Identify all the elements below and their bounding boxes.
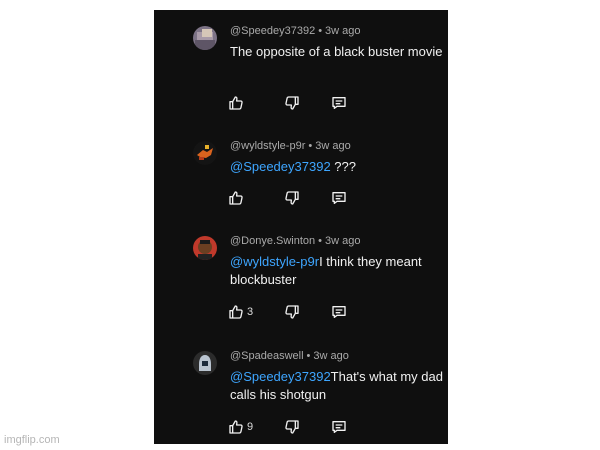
like-count: 3 (247, 306, 254, 318)
dislike-button[interactable] (284, 418, 300, 436)
avatar-icon (193, 26, 217, 50)
comment-text: The opposite of a black buster movie (230, 43, 445, 61)
avatar[interactable] (193, 351, 217, 375)
comment-meta: @wyldstyle-p9r • 3w ago (230, 140, 351, 152)
thumbs-down-icon (285, 191, 299, 205)
comments-panel: @Speedey37392 • 3w ago The opposite of a b… (154, 10, 448, 444)
avatar[interactable] (193, 26, 217, 50)
separator: • (306, 350, 311, 362)
comment-author[interactable]: @Spadeaswell (230, 350, 304, 362)
comment-text: @wyldstyle-p9rI think they meant blockbu… (230, 253, 445, 289)
thumbs-up-icon (229, 305, 243, 319)
comment-body: The opposite of a black buster movie (230, 44, 443, 59)
reply-button[interactable] (331, 303, 347, 321)
dislike-button[interactable] (284, 303, 300, 321)
comment-age: 3w ago (325, 235, 361, 247)
thumbs-down-icon (285, 305, 299, 319)
comment-meta: @Speedey37392 • 3w ago (230, 25, 361, 37)
separator: • (318, 25, 323, 37)
comment-mention[interactable]: @Speedey37392 (230, 369, 331, 384)
imgflip-watermark: imgflip.com (4, 434, 60, 446)
like-button[interactable] (228, 94, 247, 112)
comment-age: 3w ago (315, 140, 351, 152)
comment-text: @Speedey37392That's what my dad calls hi… (230, 368, 445, 404)
like-button[interactable]: 9 (228, 418, 253, 436)
separator: • (308, 140, 313, 152)
reply-icon (332, 421, 346, 433)
reply-icon (332, 192, 346, 204)
comment-text: @Speedey37392 ??? (230, 158, 445, 176)
thumbs-up-icon (229, 96, 243, 110)
comment-body: ??? (330, 159, 356, 174)
dislike-button[interactable] (284, 189, 300, 207)
comment-meta: @Donye.Swinton • 3w ago (230, 235, 361, 247)
reply-icon (332, 306, 346, 318)
thumbs-up-icon (229, 420, 243, 434)
avatar-icon (193, 141, 217, 165)
thumbs-down-icon (285, 420, 299, 434)
avatar[interactable] (193, 141, 217, 165)
thumbs-up-icon (229, 191, 243, 205)
like-button[interactable] (228, 189, 247, 207)
avatar-icon (193, 351, 217, 375)
reply-button[interactable] (331, 418, 347, 436)
avatar-icon (193, 236, 217, 260)
separator: • (318, 235, 323, 247)
comment-author[interactable]: @Speedey37392 (230, 25, 315, 37)
thumbs-down-icon (285, 96, 299, 110)
like-count: 9 (247, 421, 254, 433)
comment-age: 3w ago (313, 350, 349, 362)
comment-author[interactable]: @Donye.Swinton (230, 235, 315, 247)
reply-icon (332, 97, 346, 109)
comment-age: 3w ago (325, 25, 361, 37)
reply-button[interactable] (331, 94, 347, 112)
dislike-button[interactable] (284, 94, 300, 112)
comment-mention[interactable]: @wyldstyle-p9r (230, 254, 319, 269)
comment-author[interactable]: @wyldstyle-p9r (230, 140, 305, 152)
comment-meta: @Spadeaswell • 3w ago (230, 350, 349, 362)
like-button[interactable]: 3 (228, 303, 253, 321)
comment-mention[interactable]: @Speedey37392 (230, 159, 331, 174)
reply-button[interactable] (331, 189, 347, 207)
avatar[interactable] (193, 236, 217, 260)
